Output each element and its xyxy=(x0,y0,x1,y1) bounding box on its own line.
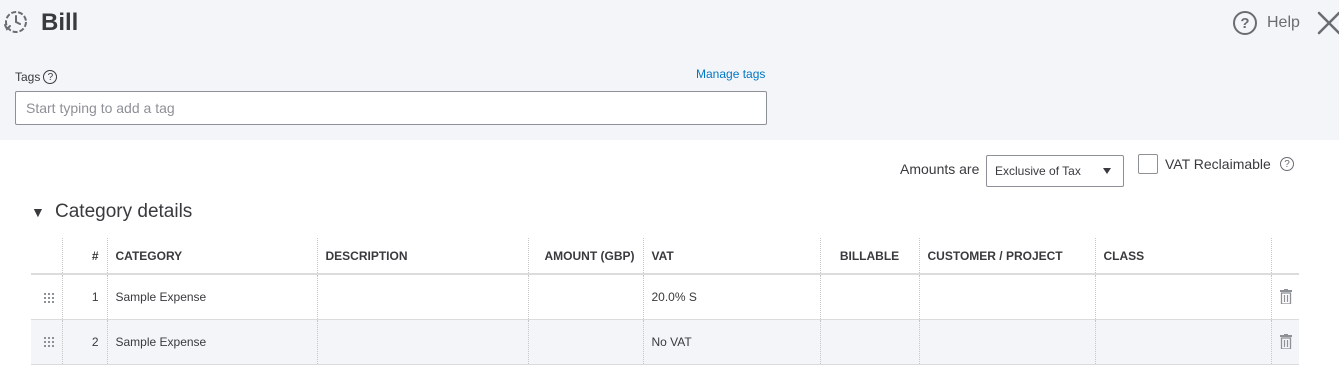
page-title: Bill xyxy=(41,9,79,36)
vat-cell[interactable]: No VAT xyxy=(642,319,820,365)
close-icon[interactable] xyxy=(1316,10,1339,36)
delete-row-button[interactable] xyxy=(1270,319,1299,365)
vat-reclaimable-help-icon[interactable]: ? xyxy=(1280,157,1294,171)
column-header-amount: AMOUNT (GBP) xyxy=(527,238,643,275)
help-icon: ? xyxy=(1233,11,1257,35)
recurring-history-icon[interactable] xyxy=(2,8,30,36)
column-header-vat: VAT xyxy=(642,238,820,275)
row-number: 2 xyxy=(61,319,107,365)
billable-cell[interactable] xyxy=(819,274,919,320)
table-header-row: # CATEGORY DESCRIPTION AMOUNT (GBP) VAT … xyxy=(31,238,1299,275)
category-details-table: # CATEGORY DESCRIPTION AMOUNT (GBP) VAT … xyxy=(31,238,1299,365)
tags-input[interactable] xyxy=(15,91,767,125)
column-header-billable: BILLABLE xyxy=(819,238,919,275)
help-label: Help xyxy=(1267,14,1300,31)
dropdown-caret-icon xyxy=(1103,168,1111,174)
vat-reclaimable-label: VAT Reclaimable xyxy=(1165,156,1271,172)
category-details-title[interactable]: Category details xyxy=(55,201,192,223)
billable-cell[interactable] xyxy=(819,319,919,365)
column-header-class: CLASS xyxy=(1094,238,1271,275)
class-cell[interactable] xyxy=(1094,319,1271,365)
customer-project-cell[interactable] xyxy=(918,319,1095,365)
category-cell[interactable]: Sample Expense xyxy=(106,274,317,320)
description-cell[interactable] xyxy=(316,274,528,320)
drag-handle[interactable] xyxy=(31,274,62,320)
manage-tags-link[interactable]: Manage tags xyxy=(696,67,765,81)
trash-column-header xyxy=(1270,238,1299,275)
class-cell[interactable] xyxy=(1094,274,1271,320)
tags-help-icon[interactable]: ? xyxy=(43,70,58,84)
tags-label: Tags ? xyxy=(15,70,58,84)
tags-label-text: Tags xyxy=(15,70,41,84)
drag-handle[interactable] xyxy=(31,319,62,365)
delete-row-button[interactable] xyxy=(1270,274,1299,320)
column-header-customer-project: CUSTOMER / PROJECT xyxy=(918,238,1095,275)
description-cell[interactable] xyxy=(316,319,528,365)
table-row[interactable]: 1 Sample Expense 20.0% S xyxy=(31,274,1299,320)
trash-icon xyxy=(1279,289,1292,305)
drag-handle-icon xyxy=(44,337,54,348)
amounts-tax-select[interactable]: Exclusive of Tax xyxy=(986,155,1124,187)
amount-cell[interactable] xyxy=(527,319,643,365)
drag-column-header xyxy=(31,238,62,275)
customer-project-cell[interactable] xyxy=(918,274,1095,320)
vat-reclaimable-checkbox[interactable] xyxy=(1138,154,1158,174)
column-header-category: CATEGORY xyxy=(106,238,317,275)
drag-handle-icon xyxy=(44,292,54,303)
amount-cell[interactable] xyxy=(527,274,643,320)
vat-cell[interactable]: 20.0% S xyxy=(642,274,820,320)
column-header-number: # xyxy=(61,238,107,275)
row-number: 1 xyxy=(61,274,107,320)
amounts-tax-select-value: Exclusive of Tax xyxy=(995,164,1081,178)
category-cell[interactable]: Sample Expense xyxy=(106,319,317,365)
amounts-are-label: Amounts are xyxy=(900,161,980,177)
column-header-description: DESCRIPTION xyxy=(316,238,528,275)
trash-icon xyxy=(1279,334,1292,350)
collapse-triangle-icon[interactable]: ▼ xyxy=(31,204,45,220)
help-button[interactable]: ? Help xyxy=(1233,10,1300,36)
table-row[interactable]: 2 Sample Expense No VAT xyxy=(31,319,1299,365)
